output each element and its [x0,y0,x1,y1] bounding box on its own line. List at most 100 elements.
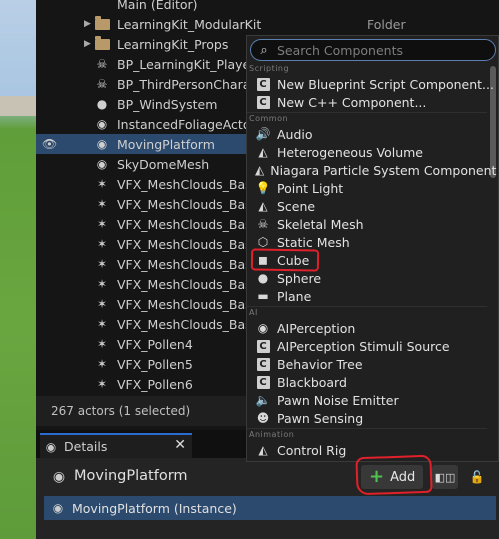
outliner-row-label: VFX_Pollen5 [117,356,193,372]
actor-icon: ● [96,97,108,111]
menu-item-label: Behavior Tree [277,356,363,372]
menu-item-label: Point Light [277,180,344,196]
outliner-row-label: SkyDomeMesh [117,156,210,172]
outliner-row-label: VFX_MeshClouds_Bas [117,196,252,212]
divider [247,428,487,429]
menu-item-audio[interactable]: 🔊 Audio [255,125,495,143]
menu-item-label: AIPerception [277,320,356,336]
skull-actor-icon: ☠ [96,77,108,91]
search-placeholder: Search Components [277,42,404,58]
outliner-row-label: VFX_MeshClouds_Bas [117,276,252,292]
menu-item-label: Niagara Particle System Component [270,162,497,178]
menu-item-label: Plane [277,288,312,304]
outliner-row-label: BP_WindSystem [117,96,218,112]
outliner-row-label: InstancedFoliageActor [117,116,256,132]
menu-item-pawn-noise-emitter[interactable]: 🔈 Pawn Noise Emitter [255,391,495,409]
level-viewport[interactable] [0,0,36,539]
niagara-icon: ✶ [96,357,108,371]
instance-label: MovingPlatform (Instance) [72,500,237,516]
actor-icon: ◉ [96,117,108,131]
outliner-row-label: VFX_Pollen6 [117,376,193,392]
viewport-rock [0,96,36,116]
menu-item-label: Static Mesh [277,234,350,250]
outliner-row-label: VFX_MeshClouds_Bas [117,176,252,192]
expand-arrow-icon[interactable]: ▶ [84,39,91,49]
niagara-icon: ✶ [96,377,108,391]
niagara-icon: ✶ [96,217,108,231]
menu-item-label: Skeletal Mesh [277,216,364,232]
blueprint-convert-button[interactable]: ◧◫ [432,465,458,489]
menu-item-point-light[interactable]: 💡 Point Light [255,179,495,197]
actor-name-label[interactable]: MovingPlatform [74,468,188,484]
outliner-row-label: VFX_MeshClouds_Bas [117,216,252,232]
scene-icon: ◭ [258,199,268,213]
aiperception-icon: ◉ [257,321,269,335]
outliner-row-label: VFX_Pollen4 [117,336,193,352]
lock-icon[interactable]: 🔓 [468,467,486,487]
menu-item-blackboard[interactable]: C Blackboard [255,373,495,391]
outliner-row-label: VFX_MeshClouds_Bas [117,256,252,272]
menu-item-aiperception[interactable]: ◉ AIPerception [255,319,495,337]
component-tree-row-selected[interactable]: ◉ MovingPlatform (Instance) [44,496,496,520]
menu-item-pawn-sensing[interactable]: ☻ Pawn Sensing [255,409,495,427]
menu-item-label: New Blueprint Script Component... [277,76,494,92]
menu-item-label: Pawn Noise Emitter [277,392,399,408]
cpp-class-icon: C [255,76,271,92]
cpp-class-icon: C [255,374,271,390]
search-components-input[interactable]: ⌕ Search Components [250,39,496,61]
noise-emitter-icon: 🔈 [255,393,271,407]
menu-item-label: Blackboard [277,374,347,390]
blueprint-icon: ◧◫ [434,470,456,484]
menu-item-new-blueprint-script[interactable]: C New Blueprint Script Component... [255,75,495,93]
divider [247,306,487,307]
speaker-icon: 🔊 [255,127,271,141]
menu-item-aiperception-stimuli[interactable]: C AIPerception Stimuli Source [255,337,495,355]
cpp-class-icon: C [255,356,271,372]
menu-item-scene[interactable]: ◭ Scene [255,197,495,215]
expand-arrow-icon[interactable]: ▶ [84,19,91,29]
menu-item-skeletal-mesh[interactable]: ☠ Skeletal Mesh [255,215,495,233]
niagara-icon: ✶ [96,277,108,291]
outliner-row-label: VFX_MeshClouds_Bas [117,236,252,252]
cpp-class-icon: C [255,338,271,354]
lightbulb-icon: 💡 [255,181,271,195]
niagara-icon: ◭ [255,163,265,177]
menu-item-label: Sphere [277,270,322,286]
menu-item-label: AIPerception Stimuli Source [277,338,450,354]
outliner-row-label: Main (Editor) [117,0,198,12]
niagara-icon: ✶ [96,297,108,311]
outliner-row-label: VFX_MeshClouds_Bas [117,296,252,312]
outliner-status-bar: 267 actors (1 selected) [36,396,246,426]
menu-item-behavior-tree[interactable]: C Behavior Tree [255,355,495,373]
menu-item-label: Pawn Sensing [277,410,364,426]
menu-item-niagara[interactable]: ◭ Niagara Particle System Component [255,161,497,179]
menu-item-heterogeneous-volume[interactable]: ◭ Heterogeneous Volume [255,143,495,161]
outliner-row-label: LearningKit_ModularKit [117,16,262,32]
close-icon[interactable]: ✕ [174,437,186,453]
actor-icon: ◉ [96,137,108,151]
outliner-row-partial[interactable]: Main (Editor) [36,0,499,14]
outliner-row-label: BP_LearningKit_Player [117,56,256,72]
skull-actor-icon: ☠ [96,57,108,71]
outliner-row-label: VFX_MeshClouds_Bas [117,316,252,332]
niagara-icon: ✶ [96,257,108,271]
outliner-row[interactable]: ▶ LearningKit_ModularKit Folder [36,14,499,34]
annotation-highlight-add [355,454,433,496]
actor-icon: ◉ [96,157,108,171]
menu-item-new-cpp[interactable]: C New C++ Component... [255,93,495,111]
search-icon: ⌕ [260,42,268,58]
outliner-row-label: MovingPlatform [117,136,215,152]
eye-icon[interactable]: 👁 [42,137,58,151]
menu-item-label: Audio [277,126,313,142]
menu-item-label: Control Rig [277,442,347,458]
menu-item-plane[interactable]: ▬ Plane [255,287,495,305]
menu-item-label: Scene [277,198,316,214]
details-tab-icon: ◉ [45,439,57,454]
folder-icon [94,15,110,32]
folder-icon [94,35,110,52]
menu-item-sphere[interactable]: ● Sphere [255,269,495,287]
tab-details[interactable]: ◉ Details ✕ [40,433,192,458]
sphere-icon: ● [257,271,269,285]
menu-item-label: Heterogeneous Volume [277,144,423,160]
actor-icon: ◉ [52,501,64,515]
